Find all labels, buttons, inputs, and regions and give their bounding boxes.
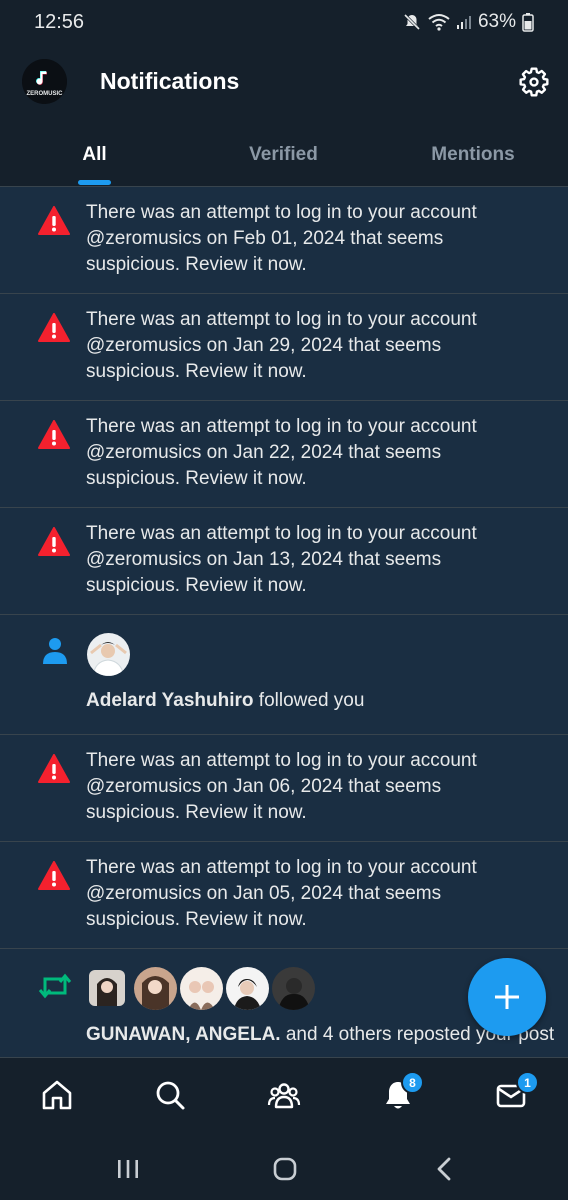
notification-item[interactable]: There was an attempt to log in to your a… (0, 842, 568, 949)
notification-text: There was an attempt to log in to your a… (86, 416, 477, 489)
signal-icon (456, 16, 471, 29)
notification-item[interactable]: There was an attempt to log in to your a… (0, 735, 568, 842)
logo-text: ZEROMUSIC (27, 91, 64, 97)
notification-item[interactable]: There was an attempt to log in to your a… (0, 401, 568, 508)
recent-apps-icon[interactable] (113, 1154, 143, 1184)
search-icon[interactable] (153, 1078, 187, 1112)
status-time: 12:56 (34, 11, 85, 33)
notifications-tab[interactable]: 8 (381, 1071, 424, 1112)
notification-item[interactable]: There was an attempt to log in to your a… (0, 508, 568, 615)
page-title: Notifications (100, 68, 240, 94)
status-bar: 12:56 63% (0, 0, 568, 44)
status-icons: 63% (402, 11, 534, 33)
reposter-avatar[interactable] (134, 967, 177, 1010)
repost-icon (38, 973, 72, 999)
zeromusic-logo: ZEROMUSIC (22, 59, 67, 104)
bottom-navigation: 8 1 (0, 1057, 568, 1136)
notification-text: There was an attempt to log in to your a… (86, 857, 477, 930)
messages-tab[interactable]: 1 (494, 1071, 539, 1112)
reposter-avatar[interactable] (272, 967, 315, 1010)
compose-button[interactable] (468, 958, 546, 1036)
reposter-avatar[interactable] (180, 967, 223, 1010)
messages-badge: 1 (516, 1071, 539, 1094)
battery-icon (522, 13, 534, 32)
home-button-icon[interactable] (270, 1154, 300, 1184)
warning-icon (38, 420, 70, 449)
reposter-names[interactable]: GUNAWAN, ANGELA. (86, 1024, 281, 1045)
warning-icon (38, 206, 70, 235)
notification-item[interactable]: There was an attempt to log in to your a… (0, 294, 568, 401)
reposter-avatars (89, 967, 315, 1010)
plus-icon (495, 985, 519, 1009)
notification-text: There was an attempt to log in to your a… (86, 309, 477, 382)
tab-all[interactable]: All (0, 124, 189, 186)
follower-avatar[interactable] (87, 633, 130, 676)
home-icon[interactable] (40, 1078, 74, 1112)
warning-icon (38, 527, 70, 556)
reposter-avatar[interactable] (89, 970, 125, 1006)
notification-item[interactable]: There was an attempt to log in to your a… (0, 187, 568, 294)
back-icon[interactable] (430, 1154, 460, 1184)
notification-text: Adelard Yashuhiro followed you (86, 688, 536, 714)
wifi-icon (428, 14, 450, 31)
notifications-badge: 8 (401, 1071, 424, 1094)
warning-icon (38, 861, 70, 890)
warning-icon (38, 313, 70, 342)
system-navigation (0, 1136, 568, 1200)
mute-icon (403, 13, 421, 31)
communities-icon[interactable] (267, 1078, 301, 1112)
app-header: ZEROMUSIC Notifications (0, 44, 568, 124)
tab-verified[interactable]: Verified (189, 124, 378, 186)
notification-text: There was an attempt to log in to your a… (86, 750, 477, 823)
notification-text: There was an attempt to log in to your a… (86, 202, 477, 275)
warning-icon (38, 754, 70, 783)
notification-text: There was an attempt to log in to your a… (86, 523, 477, 596)
notification-tabs: All Verified Mentions (0, 124, 568, 187)
active-tab-indicator (78, 180, 111, 185)
notification-item[interactable]: Adelard Yashuhiro followed you (0, 615, 568, 735)
reposter-avatar[interactable] (226, 967, 269, 1010)
notification-text: GUNAWAN, ANGELA. and 4 others reposted y… (86, 1022, 554, 1048)
account-avatar[interactable]: ZEROMUSIC (22, 59, 67, 104)
settings-gear-icon[interactable] (518, 66, 550, 98)
follower-name[interactable]: Adelard Yashuhiro (86, 690, 254, 711)
tab-mentions[interactable]: Mentions (378, 124, 568, 186)
notification-list[interactable]: There was an attempt to log in to your a… (0, 187, 568, 1057)
battery-percent: 63% (477, 11, 516, 32)
person-icon (43, 638, 67, 664)
follow-action: followed you (253, 690, 365, 711)
